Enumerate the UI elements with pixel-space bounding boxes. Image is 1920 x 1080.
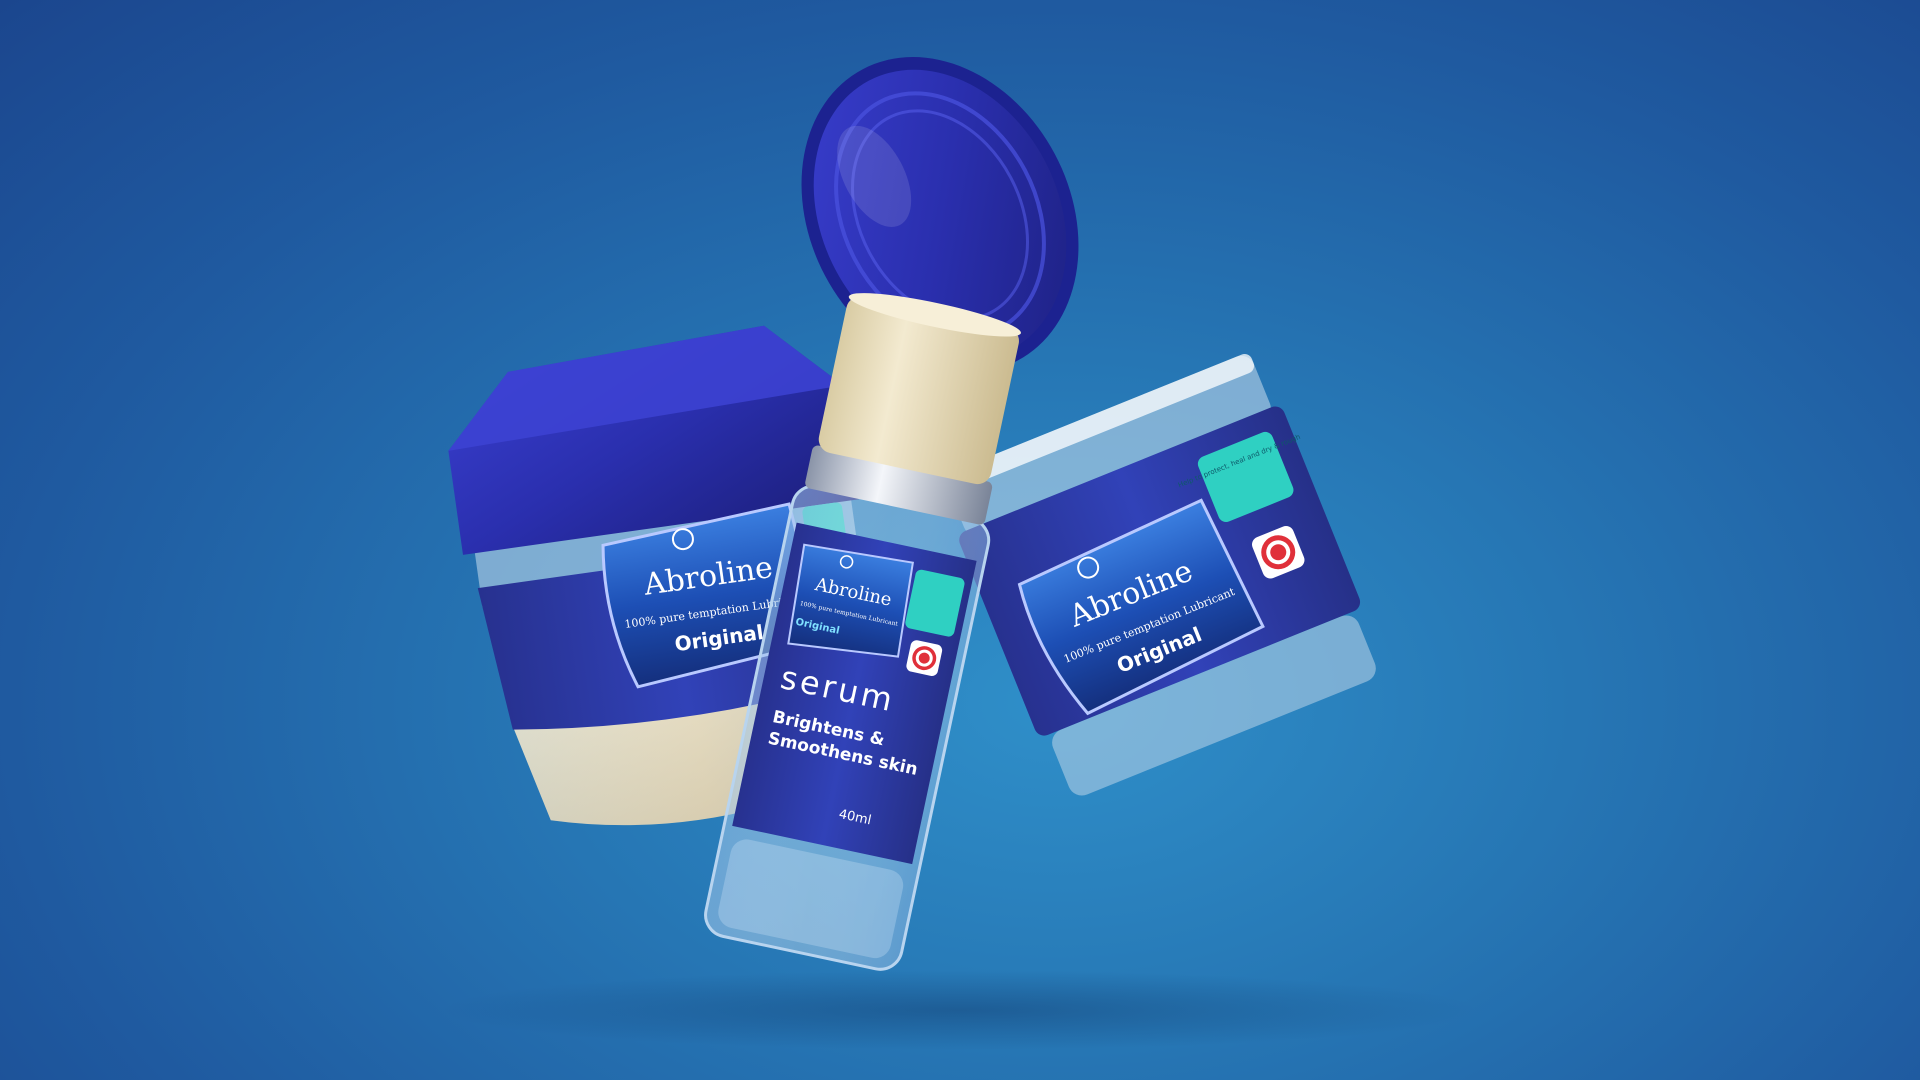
product-scene: Abroline 100% pure temptation Lubricant … [0,0,1920,1080]
product-render: Abroline 100% pure temptation Lubricant … [440,57,1480,1050]
serum-red-seal-icon [906,640,943,676]
floor-shadow [440,970,1480,1050]
